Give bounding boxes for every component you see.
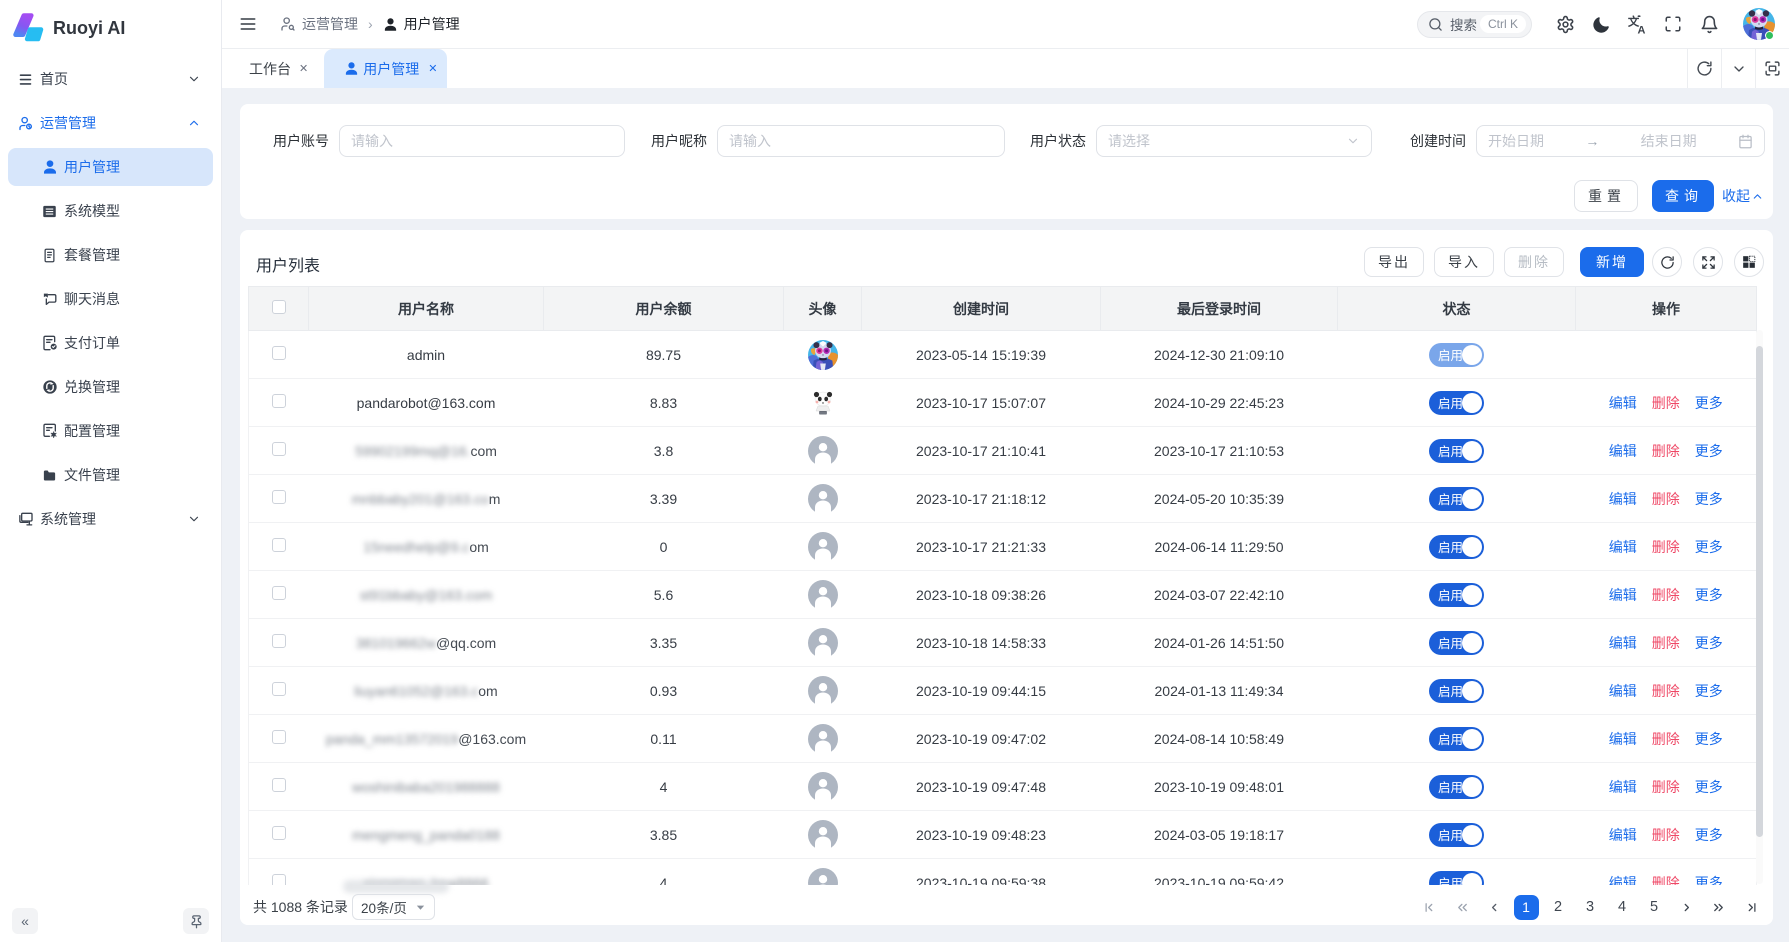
svg-text:A: A bbox=[1637, 24, 1645, 35]
